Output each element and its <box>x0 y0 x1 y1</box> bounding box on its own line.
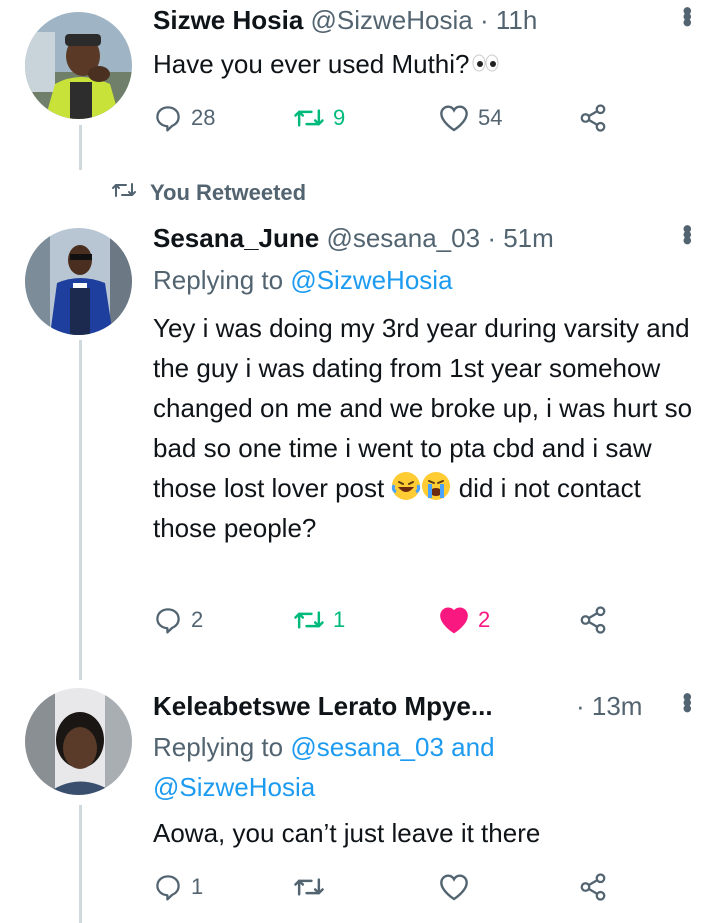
retweet-count: 9 <box>333 105 346 130</box>
display-name[interactable]: Sizwe Hosia <box>153 5 303 35</box>
more-icon[interactable]: ••• <box>672 692 703 709</box>
share-icon <box>578 605 608 635</box>
mention-link[interactable]: @SizweHosia <box>290 265 452 295</box>
replying-to: Replying to @SizweHosia <box>153 265 453 295</box>
like-count: 2 <box>478 607 491 632</box>
retweet-icon <box>293 103 325 133</box>
like-button[interactable]: 54 <box>438 103 502 133</box>
like-icon <box>438 872 470 902</box>
reply-count: 1 <box>191 874 204 899</box>
retweet-icon <box>293 605 325 635</box>
avatar[interactable] <box>25 12 132 119</box>
display-name[interactable]: Sesana_June <box>153 223 319 253</box>
reply-icon <box>153 605 183 635</box>
avatar[interactable] <box>25 688 132 795</box>
retweet-icon <box>110 178 138 208</box>
reply-button[interactable]: 28 <box>153 103 215 133</box>
more-icon[interactable]: ••• <box>672 6 703 23</box>
reply-button[interactable]: 2 <box>153 605 203 635</box>
replying-to: Replying to @sesana_03 and @SizweHosia <box>153 732 495 802</box>
tweet-text: Have you ever used Muthi? <box>153 44 693 84</box>
reply-count: 28 <box>191 105 216 130</box>
tweet-actions: 1 <box>153 872 623 908</box>
share-button[interactable] <box>578 605 608 635</box>
like-icon <box>438 605 470 635</box>
display-name[interactable]: Keleabetswe Lerato Mpye... <box>153 691 493 721</box>
avatar[interactable] <box>25 228 132 335</box>
crying-emoji <box>421 471 451 501</box>
reply-count: 2 <box>191 607 204 632</box>
thread-line <box>79 340 82 680</box>
handle[interactable]: @SizweHosia <box>311 5 473 35</box>
eyes-emoji <box>470 47 500 77</box>
timestamp[interactable]: · 13m <box>576 690 642 722</box>
like-icon <box>438 103 470 133</box>
like-count: 54 <box>478 105 503 130</box>
timestamp[interactable]: · 11h <box>480 5 537 35</box>
share-button[interactable] <box>578 103 608 133</box>
retweet-icon <box>293 872 325 902</box>
more-icon[interactable]: ••• <box>672 224 703 241</box>
tweet-text: Yey i was doing my 3rd year during varsi… <box>153 313 693 543</box>
reply-icon <box>153 103 183 133</box>
tweet-actions: 28 9 54 <box>153 103 623 139</box>
share-icon <box>578 872 608 902</box>
timestamp[interactable]: · 51m <box>487 223 553 253</box>
tweet-header: Sizwe Hosia @SizweHosia · 11h <box>153 4 537 36</box>
like-button[interactable]: 2 <box>438 605 490 635</box>
reply-icon <box>153 872 183 902</box>
retweet-count: 1 <box>333 607 346 632</box>
laughing-emoji <box>391 471 421 501</box>
like-button[interactable] <box>438 872 470 902</box>
share-icon <box>578 103 608 133</box>
tweet-header: Keleabetswe Lerato Mpye... <box>153 690 493 722</box>
tweet-header: Sesana_June @sesana_03 · 51m <box>153 222 554 254</box>
mention-link[interactable]: @sesana_03 <box>290 732 444 762</box>
handle[interactable]: @sesana_03 <box>326 223 480 253</box>
retweet-button[interactable]: 1 <box>293 605 345 635</box>
retweet-button[interactable]: 9 <box>293 103 345 133</box>
retweet-button[interactable] <box>293 872 325 902</box>
retweeted-label: You Retweeted <box>110 178 306 208</box>
tweet-actions: 2 1 2 <box>153 605 623 641</box>
tweet-text: Aowa, you can’t just leave it there <box>153 818 541 848</box>
thread-line <box>79 805 82 923</box>
thread-line <box>79 125 82 170</box>
retweeted-text: You Retweeted <box>150 180 307 205</box>
share-button[interactable] <box>578 872 608 902</box>
mention-link[interactable]: @SizweHosia <box>153 772 315 802</box>
reply-button[interactable]: 1 <box>153 872 203 902</box>
